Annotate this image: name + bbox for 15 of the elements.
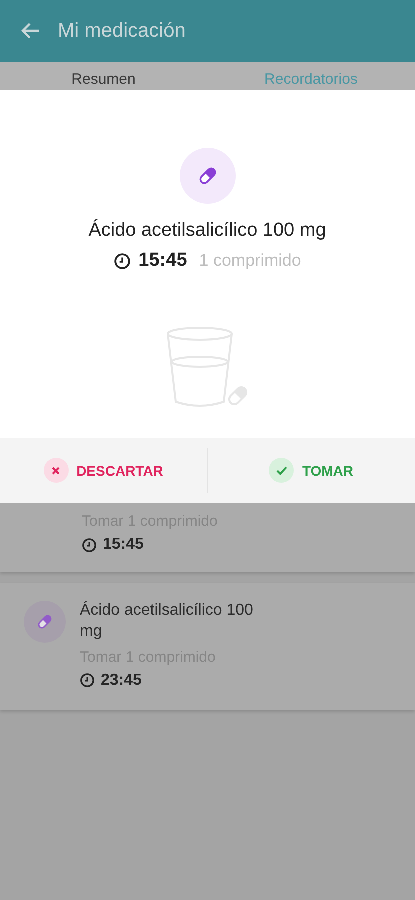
reminder-time: 15:45 [103,536,144,554]
take-button[interactable]: TOMAR [208,438,415,503]
discard-button[interactable]: DESCARTAR [0,438,207,503]
dose-time: 15:45 [138,250,188,272]
dose-amount: 1 comprimido [199,251,302,271]
check-icon [276,466,288,476]
clock-icon [80,673,95,688]
back-arrow-icon[interactable] [20,22,40,40]
screen-title: Mi medicación [58,20,186,42]
clock-icon [114,252,131,270]
clock-icon [82,538,97,552]
close-icon [51,466,62,476]
medication-name: Ácido acetilsalicílico 100 mg [80,601,254,642]
reminder-time: 23:45 [101,672,142,690]
medication-name: Ácido acetilsalicílico 100 mg [88,220,326,242]
